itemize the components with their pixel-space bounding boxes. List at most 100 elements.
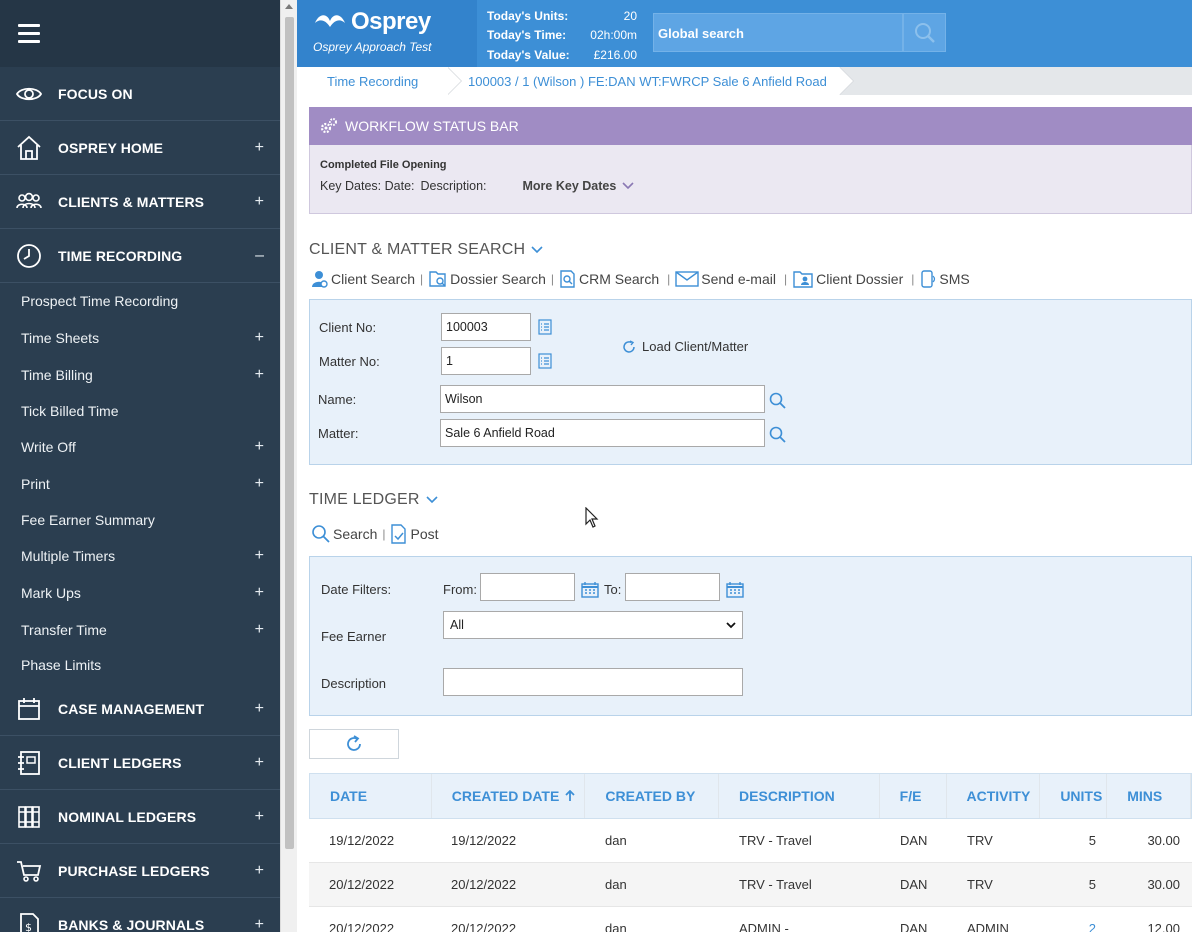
sidebar-item-time-billing[interactable]: Time Billing +: [0, 356, 280, 393]
list-lookup-icon[interactable]: [538, 319, 552, 335]
hamburger-menu-icon[interactable]: [18, 24, 40, 43]
refresh-button[interactable]: [309, 729, 399, 759]
sidebar-section-osprey-home[interactable]: OSPREY HOME +: [0, 121, 280, 175]
sidebar-item-mark-ups[interactable]: Mark Ups +: [0, 574, 280, 611]
expand-icon[interactable]: +: [255, 621, 264, 639]
client-no-input[interactable]: 100003: [441, 313, 531, 341]
expand-icon[interactable]: +: [255, 584, 264, 602]
ledger-icon: [0, 749, 58, 777]
sidebar-section-time-recording[interactable]: TIME RECORDING –: [0, 229, 280, 283]
fee-earner-select[interactable]: All: [443, 611, 743, 639]
sidebar-item-print[interactable]: Print +: [0, 465, 280, 502]
expand-icon[interactable]: +: [255, 547, 264, 565]
table-row[interactable]: 19/12/2022 19/12/2022 dan TRV - Travel D…: [309, 819, 1192, 863]
cell-activity: TRV: [967, 833, 993, 848]
ledger-search-button[interactable]: Search: [311, 524, 377, 544]
sidebar-item-multiple-timers[interactable]: Multiple Timers +: [0, 537, 280, 574]
osprey-logo[interactable]: Osprey Osprey Approach Test: [297, 0, 477, 67]
load-client-matter-button[interactable]: Load Client/Matter: [622, 339, 748, 354]
expand-icon[interactable]: +: [255, 139, 264, 157]
sidebar-item-transfer-time[interactable]: Transfer Time +: [0, 611, 280, 648]
sidebar-section-banks-journals[interactable]: $ BANKS & JOURNALS +: [0, 898, 280, 932]
matter-input[interactable]: Sale 6 Anfield Road: [440, 419, 765, 447]
sidebar-item-write-off[interactable]: Write Off +: [0, 428, 280, 465]
expand-icon[interactable]: +: [255, 862, 264, 880]
expand-icon[interactable]: +: [255, 808, 264, 826]
more-key-dates-button[interactable]: More Key Dates: [523, 179, 635, 193]
expand-icon[interactable]: +: [255, 366, 264, 384]
sidebar-item-time-sheets[interactable]: Time Sheets +: [0, 319, 280, 356]
expand-icon[interactable]: +: [255, 700, 264, 718]
column-header-activity[interactable]: ACTIVITY: [947, 774, 1041, 818]
cell-fe: DAN: [900, 921, 928, 932]
sidebar-section-focus-on[interactable]: FOCUS ON: [0, 67, 280, 121]
expand-icon[interactable]: +: [255, 193, 264, 211]
post-button[interactable]: Post: [390, 523, 439, 545]
client-dossier-button[interactable]: Client Dossier: [792, 269, 903, 289]
calendar-icon[interactable]: [726, 581, 744, 598]
table-row[interactable]: 20/12/2022 20/12/2022 dan ADMIN - DAN AD…: [309, 907, 1192, 932]
sidebar-section-case-management[interactable]: CASE MANAGEMENT +: [0, 682, 280, 736]
sidebar-scrollbar[interactable]: [280, 0, 297, 932]
sidebar-item-phase-limits[interactable]: Phase Limits: [0, 648, 280, 682]
calendar-icon[interactable]: [581, 581, 599, 598]
description-input[interactable]: [443, 668, 743, 696]
column-header-date[interactable]: DATE: [310, 774, 432, 818]
stat-value: Today's Value: £216.00: [487, 45, 637, 65]
column-header-fe[interactable]: F/E: [880, 774, 947, 818]
expand-icon[interactable]: +: [255, 754, 264, 772]
sidebar-item-label: Tick Billed Time: [21, 402, 119, 419]
to-date-input[interactable]: [625, 573, 720, 601]
stat-value: £216.00: [593, 47, 637, 62]
table-row[interactable]: 20/12/2022 20/12/2022 dan TRV - Travel D…: [309, 863, 1192, 907]
scrollbar-thumb[interactable]: [285, 17, 294, 849]
sidebar-section-purchase-ledgers[interactable]: PURCHASE LEDGERS +: [0, 844, 280, 898]
expand-icon[interactable]: +: [255, 329, 264, 347]
client-matter-search-title[interactable]: CLIENT & MATTER SEARCH: [309, 241, 543, 259]
sidebar-item-fee-earner-summary[interactable]: Fee Earner Summary: [0, 502, 280, 537]
bank-doc-icon: $: [0, 911, 58, 932]
stat-label: Today's Units:: [487, 8, 569, 23]
sms-button[interactable]: SMS: [919, 269, 970, 289]
sidebar-section-label: CLIENTS & MATTERS: [58, 193, 205, 210]
global-search-button[interactable]: [903, 13, 946, 52]
sidebar-item-prospect-time-recording[interactable]: Prospect Time Recording: [0, 283, 280, 319]
column-header-units[interactable]: UNITS: [1040, 774, 1108, 818]
expand-icon[interactable]: +: [255, 916, 264, 932]
breadcrumb-item-matter[interactable]: 100003 / 1 (Wilson ) FE:DAN WT:FWRCP Sal…: [447, 67, 854, 95]
column-header-description[interactable]: DESCRIPTION: [719, 774, 880, 818]
from-date-input[interactable]: [480, 573, 575, 601]
sidebar-item-tick-billed-time[interactable]: Tick Billed Time: [0, 393, 280, 428]
search-icon: [312, 525, 330, 543]
workflow-status-header[interactable]: WORKFLOW STATUS BAR: [309, 107, 1192, 145]
sms-icon: [921, 270, 936, 288]
collapse-icon[interactable]: –: [255, 247, 264, 265]
dossier-search-button[interactable]: Dossier Search: [428, 269, 546, 289]
sidebar-section-label: PURCHASE LEDGERS: [58, 862, 210, 879]
cell-created-date: 19/12/2022: [451, 833, 517, 848]
send-email-button[interactable]: Send e-mail: [675, 270, 776, 288]
time-ledger-title[interactable]: TIME LEDGER: [309, 491, 438, 509]
chevron-down-icon: [426, 496, 438, 504]
list-lookup-icon[interactable]: [538, 353, 552, 369]
expand-icon[interactable]: +: [255, 438, 264, 456]
sidebar-section-nominal-ledgers[interactable]: NOMINAL LEDGERS +: [0, 790, 280, 844]
scroll-up-arrow-icon[interactable]: [285, 4, 293, 9]
expand-icon[interactable]: +: [255, 475, 264, 493]
column-header-mins[interactable]: MINS: [1107, 774, 1192, 818]
column-header-created-date[interactable]: CREATED DATE: [432, 774, 586, 818]
cell-units: 2: [1088, 921, 1096, 932]
column-header-label: ACTIVITY: [966, 788, 1031, 804]
search-icon[interactable]: [769, 426, 787, 444]
search-icon[interactable]: [769, 392, 787, 410]
sidebar-section-client-ledgers[interactable]: CLIENT LEDGERS +: [0, 736, 280, 790]
breadcrumb-item-time-recording[interactable]: Time Recording: [297, 67, 462, 95]
crm-search-button[interactable]: CRM Search: [559, 269, 659, 289]
column-header-created-by[interactable]: CREATED BY: [585, 774, 720, 818]
global-search-input[interactable]: Global search: [653, 13, 903, 52]
sidebar-section-clients-matters[interactable]: CLIENTS & MATTERS +: [0, 175, 280, 229]
client-search-button[interactable]: Client Search: [311, 269, 415, 289]
workflow-status-text: Completed File Opening: [320, 159, 447, 171]
matter-no-input[interactable]: 1: [441, 347, 531, 375]
name-input[interactable]: Wilson: [440, 385, 765, 413]
